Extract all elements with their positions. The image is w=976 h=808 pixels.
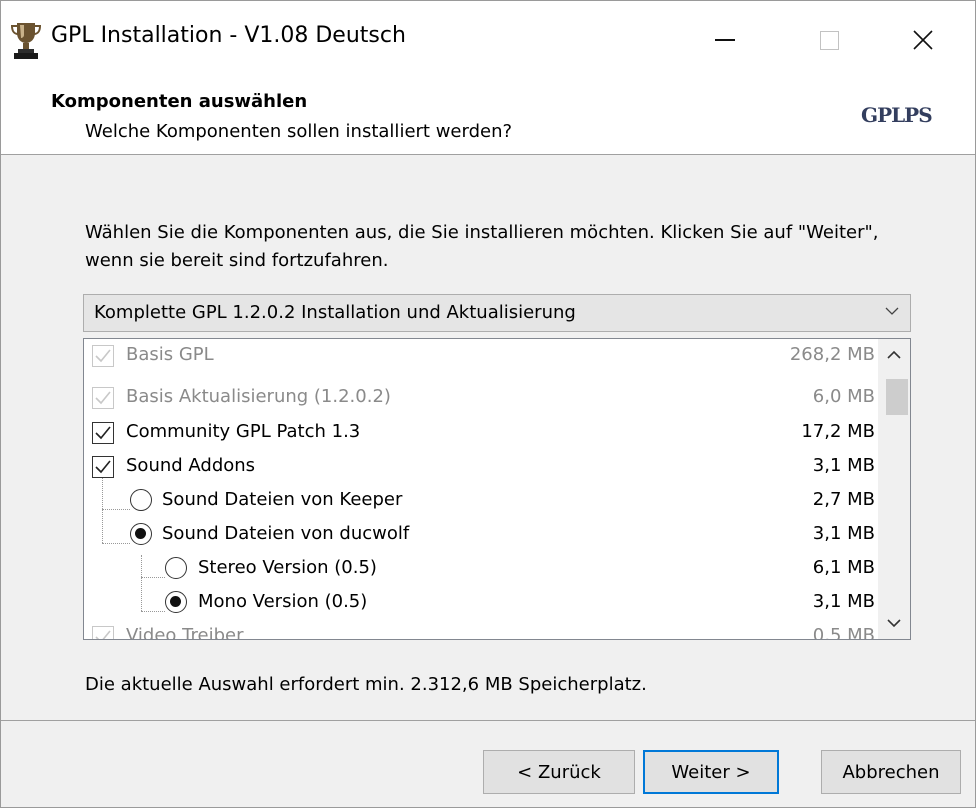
page-title: Komponenten auswählen [51,91,308,112]
chevron-down-icon [885,307,899,315]
title-bar: GPL Installation - V1.08 Deutsch [1,1,975,79]
component-label: Mono Version (0.5) [198,591,368,612]
cancel-button[interactable]: Abbrechen [821,750,961,794]
back-button[interactable]: < Zurück [483,750,635,794]
scroll-up-button[interactable] [878,339,910,371]
component-checkbox[interactable] [92,456,114,478]
component-label: Video Treiber [126,625,244,640]
scroll-down-button[interactable] [878,607,910,639]
component-row: Video Treiber 0,5 MB [84,620,879,640]
window-title: GPL Installation - V1.08 Deutsch [51,23,406,48]
component-checkbox[interactable] [92,422,114,444]
instructions-text: Wählen Sie die Komponenten aus, die Sie … [85,222,879,271]
trophy-icon [10,23,42,59]
checkmark-icon [95,460,111,474]
component-radio[interactable] [130,523,152,545]
brand-logo: GPLPS [861,103,933,127]
component-label: Sound Dateien von Keeper [162,489,403,510]
install-type-value: Komplette GPL 1.2.0.2 Installation und A… [94,302,576,323]
component-checkbox [92,387,114,409]
radio-selected-dot [170,596,181,607]
component-row: Basis Aktualisierung (1.2.0.2) 6,0 MB [84,381,879,415]
wizard-header: Komponenten auswählen Welche Komponenten… [1,79,975,155]
disk-space-text: Die aktuelle Auswahl erfordert min. 2.31… [85,674,647,695]
footer-divider [1,720,975,721]
component-size: 2,7 MB [812,489,875,510]
component-radio[interactable] [165,591,187,613]
checkmark-icon [95,630,111,639]
checkmark-icon [95,426,111,440]
vertical-scrollbar[interactable] [878,339,910,639]
component-size: 3,1 MB [812,591,875,612]
page-subtitle: Welche Komponenten sollen installiert we… [85,121,513,142]
component-label: Community GPL Patch 1.3 [126,421,361,442]
component-row[interactable]: Community GPL Patch 1.3 17,2 MB [84,416,879,450]
radio-selected-dot [135,528,146,539]
component-label: Sound Addons [126,455,256,476]
component-size: 3,1 MB [812,523,875,544]
maximize-button[interactable] [777,1,881,79]
component-row[interactable]: Sound Dateien von ducwolf 3,1 MB [84,518,879,552]
component-size: 6,0 MB [812,386,875,407]
maximize-icon [819,30,839,50]
checkmark-icon [95,349,111,363]
install-type-dropdown[interactable]: Komplette GPL 1.2.0.2 Installation und A… [83,294,911,332]
chevron-up-icon [887,350,901,359]
component-size: 268,2 MB [789,344,875,365]
component-radio[interactable] [130,489,152,511]
chevron-down-icon [887,619,901,628]
component-row[interactable]: Stereo Version (0.5) 6,1 MB [84,552,879,586]
component-radio[interactable] [165,557,187,579]
component-label: Basis GPL [126,344,214,365]
installer-window: GPL Installation - V1.08 Deutsch Kompone… [0,0,976,808]
components-tree: Basis GPL 268,2 MB Basis Aktualisierung … [83,338,911,640]
next-button[interactable]: Weiter > [643,750,779,794]
component-row[interactable]: Mono Version (0.5) 3,1 MB [84,586,879,620]
component-size: 17,2 MB [801,421,875,442]
component-size: 3,1 MB [812,455,875,476]
minimize-icon [715,39,735,41]
close-button[interactable] [871,1,975,79]
close-icon [913,30,933,50]
component-size: 6,1 MB [812,557,875,578]
component-label: Sound Dateien von ducwolf [162,523,410,544]
checkmark-icon [95,391,111,405]
component-row[interactable]: Sound Dateien von Keeper 2,7 MB [84,484,879,518]
component-label: Basis Aktualisierung (1.2.0.2) [126,386,391,407]
component-row[interactable]: Sound Addons 3,1 MB [84,450,879,484]
component-size: 0,5 MB [812,625,875,640]
component-row: Basis GPL 268,2 MB [84,339,879,373]
scroll-thumb[interactable] [886,379,908,415]
minimize-button[interactable] [673,1,777,79]
component-checkbox [92,345,114,367]
component-label: Stereo Version (0.5) [198,557,377,578]
component-checkbox [92,626,114,639]
